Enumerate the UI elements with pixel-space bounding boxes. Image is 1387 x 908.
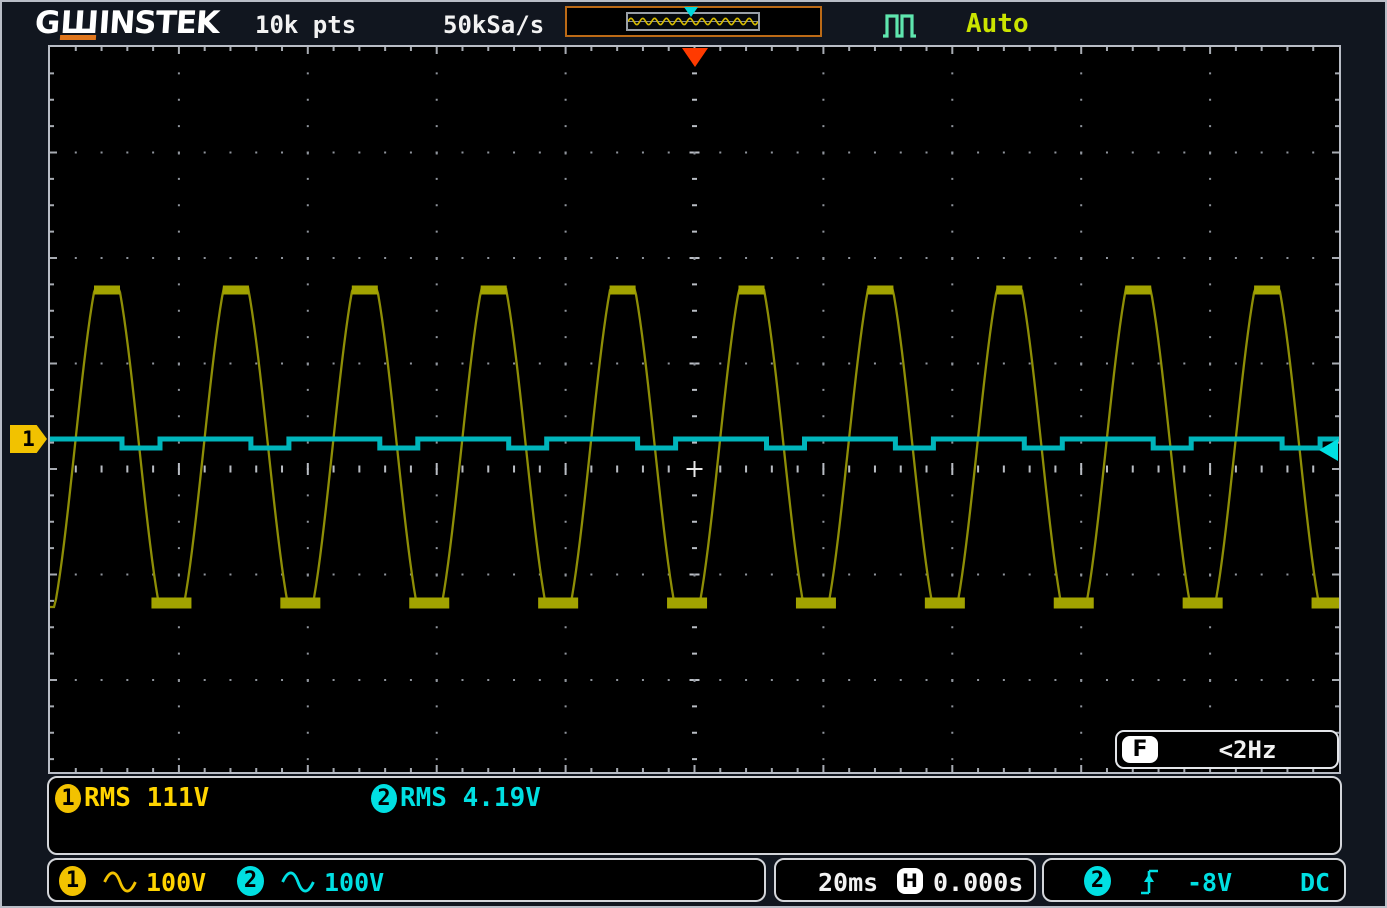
ch1-ground-position-marker: 1 [10,425,47,453]
frequency-counter-icon: F [1122,736,1158,763]
ch2-volts-per-div: 100V [324,868,384,897]
waveform-display-area [48,45,1341,774]
frequency-counter: F <2Hz [1115,730,1339,769]
ch1-rms-value: RMS 111V [84,783,209,813]
measurement-ch1[interactable]: 1 RMS 111V [55,783,209,813]
rising-edge-icon [1138,866,1162,897]
trigger-level-marker-icon [1319,439,1338,461]
timebase-scale: 20ms [818,868,878,897]
ch1-coupling-sine-icon [102,871,138,893]
horizontal-offset-value: 0.000s [933,868,1023,897]
ch2-coupling-sine-icon [280,871,316,893]
brand-logo-g: G [34,5,61,41]
memory-depth-label: 10k pts [255,11,356,39]
trigger-coupling-label: DC [1300,868,1330,897]
trigger-status-box[interactable]: 2 -8V DC [1042,858,1346,902]
trigger-level-value: -8V [1187,868,1232,897]
horizontal-position-icon: H [897,868,923,894]
preview-trigger-position-icon [684,7,698,17]
ch1-volts-per-div: 100V [146,868,206,897]
ch2-badge: 2 [371,784,397,813]
measurement-ch2[interactable]: 2 RMS 4.19V [371,783,541,813]
graticule-and-traces [50,47,1339,772]
ch2-rms-value: RMS 4.19V [400,783,541,813]
trigger-position-marker-icon [682,48,708,67]
sample-rate-label: 50kSa/s [443,11,544,39]
channel-status-box[interactable]: 1 100V 2 100V [47,858,766,902]
measurement-panel: 1 RMS 111V 2 RMS 4.19V [47,776,1342,855]
ch1-status-badge[interactable]: 1 [59,866,86,896]
timebase-status-box[interactable]: 20ms H 0.000s [774,858,1036,902]
oscilloscope-screen: GШINSTEK 10k pts 50kSa/s Auto 1 F <2Hz 1… [0,0,1387,908]
brand-logo: GШINSTEK [34,5,220,41]
trigger-mode-label: Auto [966,9,1029,39]
trigger-type-pulse-icon [879,9,921,39]
brand-logo-rest: INSTEK [97,5,220,41]
brand-accent-bar [60,35,96,40]
ch2-status-badge[interactable]: 2 [237,866,264,896]
ch1-badge: 1 [55,784,81,813]
frequency-counter-value: <2Hz [1158,736,1337,764]
acquisition-preview-bar[interactable] [565,6,822,37]
trigger-source-badge[interactable]: 2 [1084,866,1111,896]
